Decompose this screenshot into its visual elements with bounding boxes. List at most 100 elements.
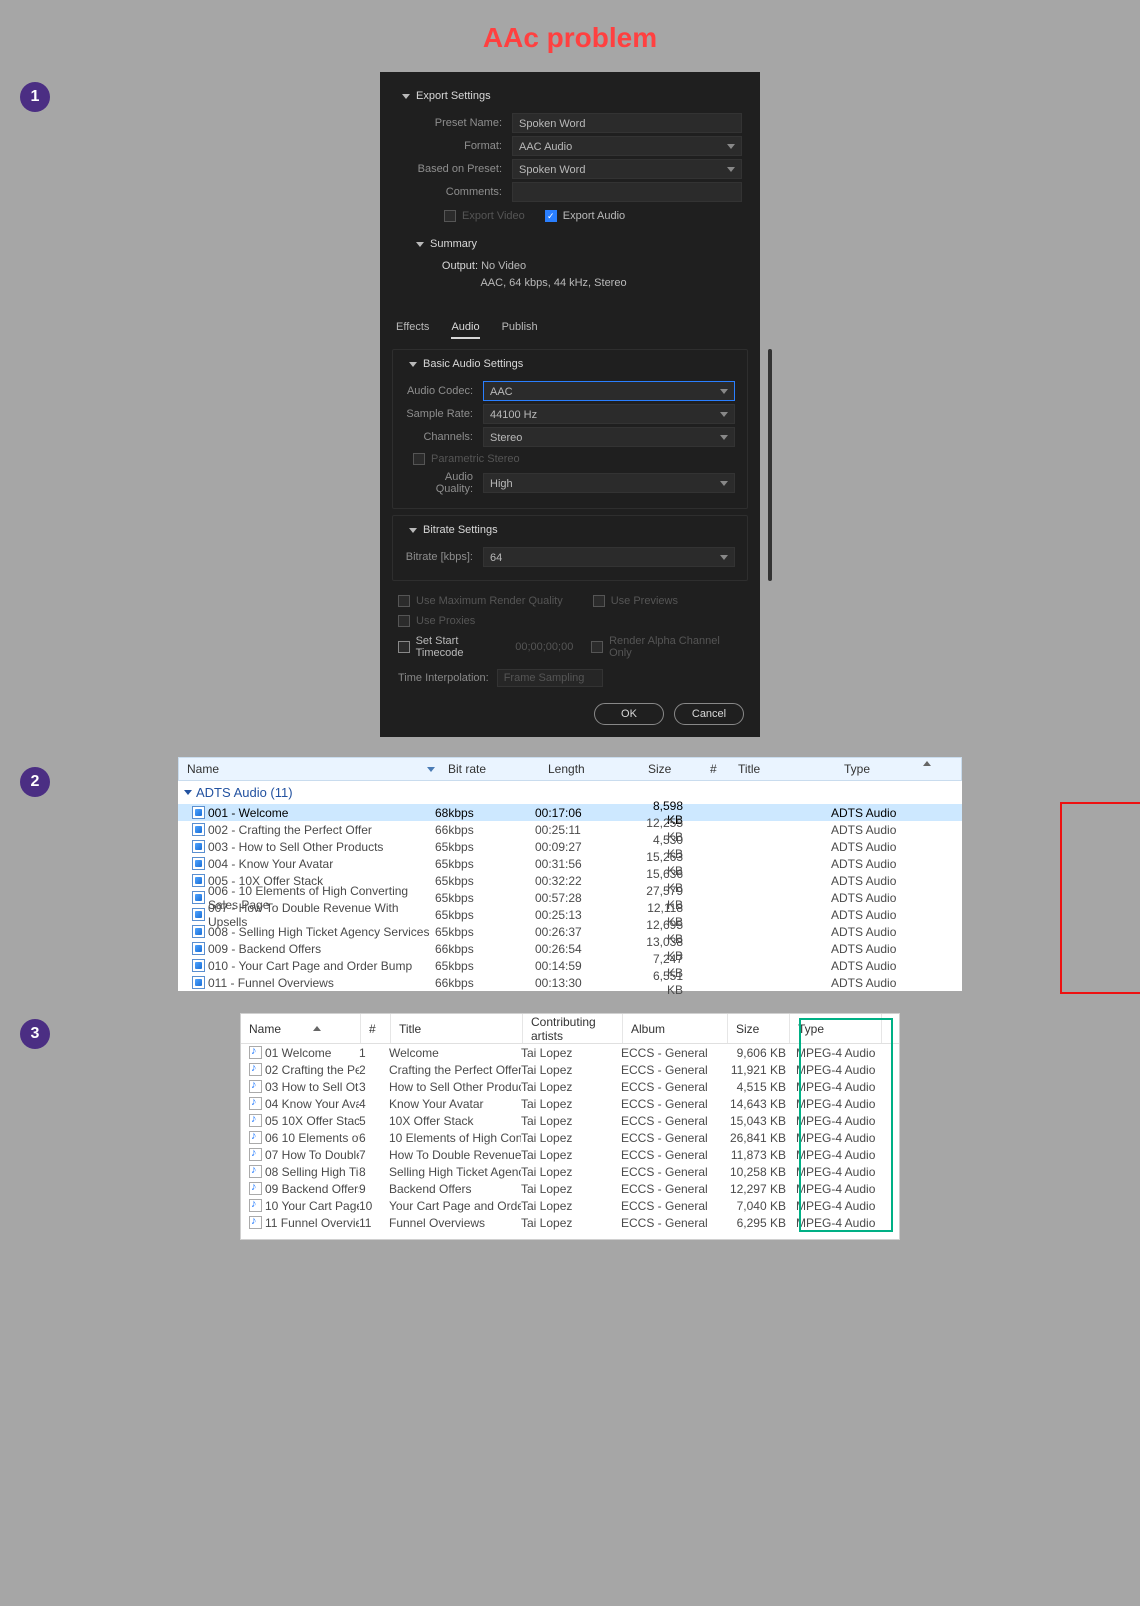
group-header[interactable]: ADTS Audio (11): [178, 781, 962, 804]
chevron-down-icon: [409, 528, 417, 533]
time-interp-label: Time Interpolation:: [398, 672, 489, 684]
sample-rate-dropdown[interactable]: 44100 Hz: [483, 404, 735, 424]
based-on-dropdown[interactable]: Spoken Word: [512, 159, 742, 179]
col-length[interactable]: Length: [540, 758, 640, 780]
badge-2: 2: [20, 767, 50, 797]
col-size[interactable]: Size: [640, 758, 702, 780]
audio-file-icon: [249, 1046, 262, 1059]
channels-dropdown[interactable]: Stereo: [483, 427, 735, 447]
audio-file-icon: [192, 976, 205, 989]
bitrate-title[interactable]: Bitrate Settings: [405, 524, 735, 544]
audio-file-icon: [249, 1216, 262, 1229]
audio-file-icon: [249, 1114, 262, 1127]
audio-quality-label: Audio Quality:: [405, 471, 483, 495]
annotation-green-box: [799, 1018, 893, 1232]
table-row[interactable]: 011 - Funnel Overviews66kbps00:13:306,55…: [178, 974, 962, 991]
ok-button[interactable]: OK: [594, 703, 664, 725]
col-size[interactable]: Size: [728, 1014, 790, 1043]
based-on-label: Based on Preset:: [412, 163, 512, 175]
badge-1: 1: [20, 82, 50, 112]
scrollbar[interactable]: [768, 349, 772, 581]
format-dropdown[interactable]: AAC Audio: [512, 136, 742, 156]
export-settings-panel: Export Settings Preset Name:Spoken Word …: [380, 72, 760, 737]
chevron-down-icon: [409, 362, 417, 367]
audio-file-icon: [192, 942, 205, 955]
audio-file-icon: [249, 1063, 262, 1076]
chevron-down-icon: [184, 790, 192, 795]
summary-content: Output: No Video AAC, 64 kbps, 44 kHz, S…: [430, 258, 742, 291]
audio-file-icon: [249, 1148, 262, 1161]
preset-name-input[interactable]: Spoken Word: [512, 113, 742, 133]
time-interp-dropdown: Frame Sampling: [497, 669, 604, 687]
table-row[interactable]: 004 - Know Your Avatar65kbps00:31:5615,2…: [178, 855, 962, 872]
table-row[interactable]: 002 - Crafting the Perfect Offer66kbps00…: [178, 821, 962, 838]
file-list-adts: Name Bit rate Length Size # Title Type A…: [178, 757, 962, 991]
file-list-mpeg4: Name # Title Contributing artists Album …: [240, 1013, 900, 1240]
audio-file-icon: [249, 1131, 262, 1144]
render-options: Use Maximum Render Quality Use Previews …: [380, 587, 760, 697]
chevron-down-icon: [416, 242, 424, 247]
settings-tabs: Effects Audio Publish: [380, 311, 760, 343]
comments-label: Comments:: [412, 186, 512, 198]
use-proxies-checkbox: Use Proxies: [398, 615, 742, 627]
audio-file-icon: [192, 857, 205, 870]
col-bitrate[interactable]: Bit rate: [440, 758, 540, 780]
col-artists[interactable]: Contributing artists: [523, 1014, 623, 1043]
comments-input[interactable]: [512, 182, 742, 202]
format-label: Format:: [412, 140, 512, 152]
tab-effects[interactable]: Effects: [396, 321, 429, 339]
bitrate-dropdown[interactable]: 64: [483, 547, 735, 567]
parametric-stereo-checkbox: Parametric Stereo: [413, 453, 735, 465]
audio-file-icon: [192, 806, 205, 819]
alpha-channel-checkbox: Render Alpha Channel Only: [591, 635, 742, 659]
col-album[interactable]: Album: [623, 1014, 728, 1043]
channels-label: Channels:: [405, 431, 483, 443]
col-name[interactable]: Name: [179, 758, 440, 780]
col-num[interactable]: #: [361, 1014, 391, 1043]
audio-file-icon: [192, 959, 205, 972]
preset-name-label: Preset Name:: [412, 117, 512, 129]
audio-file-icon: [249, 1080, 262, 1093]
audio-file-icon: [192, 874, 205, 887]
audio-file-icon: [192, 891, 205, 904]
col-title[interactable]: Title: [730, 758, 836, 780]
audio-file-icon: [192, 908, 205, 921]
cancel-button[interactable]: Cancel: [674, 703, 744, 725]
export-video-checkbox: Export Video: [444, 210, 525, 222]
page-title: AAc problem: [0, 0, 1140, 72]
audio-file-icon: [249, 1182, 262, 1195]
audio-quality-dropdown[interactable]: High: [483, 473, 735, 493]
col-title[interactable]: Title: [391, 1014, 523, 1043]
chevron-down-icon: [402, 94, 410, 99]
audio-codec-label: Audio Codec:: [405, 385, 483, 397]
table-header: Name Bit rate Length Size # Title Type: [178, 757, 962, 781]
tab-publish[interactable]: Publish: [502, 321, 538, 339]
badge-3: 3: [20, 1019, 50, 1049]
table-row[interactable]: 007 - How To Double Revenue With Upsells…: [178, 906, 962, 923]
table-row[interactable]: 001 - Welcome68kbps00:17:068,598 KBADTS …: [178, 804, 962, 821]
table-row[interactable]: 009 - Backend Offers66kbps00:26:5413,038…: [178, 940, 962, 957]
summary-title[interactable]: Summary: [412, 228, 742, 258]
sort-asc-icon: [923, 761, 931, 766]
use-previews-checkbox: Use Previews: [593, 595, 678, 607]
export-settings-title[interactable]: Export Settings: [398, 80, 742, 110]
col-num[interactable]: #: [702, 758, 730, 780]
annotation-red-box: [1060, 802, 1140, 994]
audio-file-icon: [249, 1165, 262, 1178]
audio-file-icon: [249, 1097, 262, 1110]
tab-audio[interactable]: Audio: [451, 321, 479, 339]
table-row[interactable]: 008 - Selling High Ticket Agency Service…: [178, 923, 962, 940]
export-audio-checkbox[interactable]: ✓Export Audio: [545, 210, 625, 222]
basic-audio-title[interactable]: Basic Audio Settings: [405, 358, 735, 378]
audio-file-icon: [249, 1199, 262, 1212]
basic-audio-section: Basic Audio Settings Audio Codec:AAC Sam…: [392, 349, 748, 509]
table-row[interactable]: 003 - How to Sell Other Products65kbps00…: [178, 838, 962, 855]
start-timecode-checkbox[interactable]: Set Start Timecode 00;00;00;00: [398, 635, 573, 659]
max-quality-checkbox: Use Maximum Render Quality: [398, 595, 563, 607]
table-row[interactable]: 010 - Your Cart Page and Order Bump65kbp…: [178, 957, 962, 974]
col-type[interactable]: Type: [836, 758, 942, 780]
audio-codec-dropdown[interactable]: AAC: [483, 381, 735, 401]
sort-asc-icon: [313, 1026, 321, 1031]
bitrate-label: Bitrate [kbps]:: [405, 551, 483, 563]
col-name[interactable]: Name: [241, 1014, 361, 1043]
